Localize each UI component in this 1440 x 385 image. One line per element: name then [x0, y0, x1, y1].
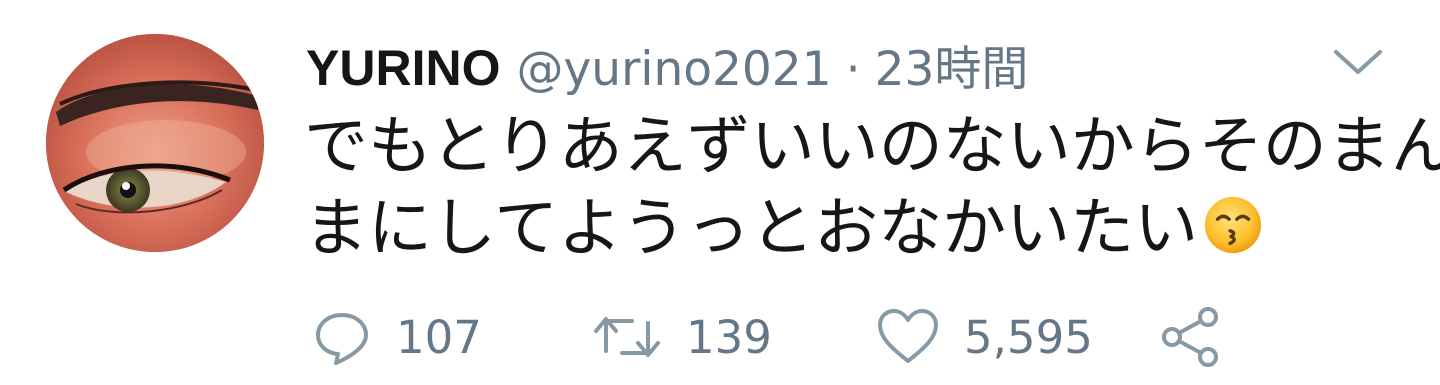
reply-button[interactable]: 107: [312, 302, 482, 372]
retweet-button[interactable]: 139: [592, 302, 772, 372]
like-button[interactable]: 5,595: [876, 302, 1093, 372]
chevron-down-icon[interactable]: [1330, 40, 1386, 82]
tweet-text-line: まにしてようっとおなかいたい: [304, 188, 1404, 270]
reply-icon: [316, 313, 368, 365]
display-name[interactable]: YURINO: [306, 39, 500, 97]
retweet-icon: [594, 317, 660, 357]
user-handle[interactable]: @yurino2021: [516, 42, 831, 97]
avatar[interactable]: [46, 34, 264, 252]
tweet-card[interactable]: YURINO @yurino2021 · 23時間 でもとりあえずいいのないから…: [0, 0, 1440, 385]
separator-dot: ·: [845, 42, 861, 97]
heart-icon: [878, 309, 938, 363]
tweet-text-line-content: まにしてようっとおなかいたい: [304, 192, 1199, 266]
share-icon: [1162, 307, 1218, 367]
tweet-actions: 107 139 5,595: [0, 302, 1440, 372]
avatar-image: [46, 34, 264, 252]
tweet-header: YURINO @yurino2021 · 23時間: [306, 30, 1028, 100]
reply-count: 107: [396, 310, 482, 364]
tweet-text-line: でもとりあえずいいのないからそのまん: [304, 110, 1440, 184]
tweet-text: でもとりあえずいいのないからそのまん まにしてようっとおなかいたい: [304, 106, 1440, 270]
timestamp[interactable]: 23時間: [875, 30, 1029, 99]
share-button[interactable]: [1160, 302, 1224, 372]
like-count: 5,595: [964, 310, 1093, 364]
kissing-face-emoji-icon: [1205, 196, 1262, 254]
retweet-count: 139: [686, 310, 772, 364]
